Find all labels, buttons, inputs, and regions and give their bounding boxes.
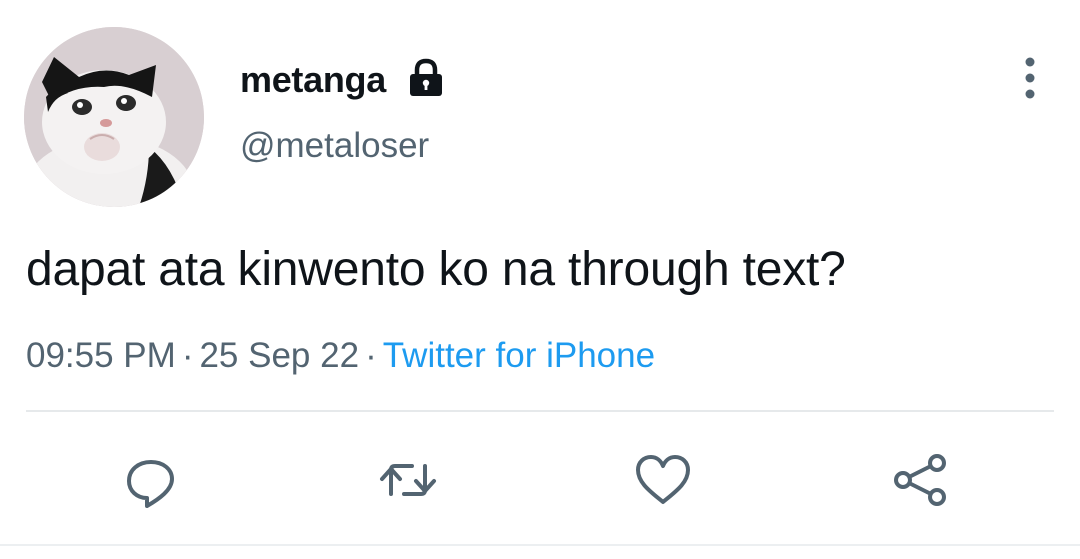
tweet-text: dapat ata kinwento ko na through text? <box>26 243 846 296</box>
tweet-source-link[interactable]: Twitter for iPhone <box>383 336 655 375</box>
retweet-button[interactable] <box>378 450 438 510</box>
tweet-meta: 09:55 PM · 25 Sep 22 · Twitter for iPhone <box>26 332 655 380</box>
lock-icon <box>410 58 442 96</box>
retweet-icon <box>380 464 436 496</box>
cat-avatar-icon <box>24 27 204 207</box>
more-options-icon[interactable] <box>1008 52 1052 104</box>
heart-icon <box>636 455 690 504</box>
bottom-divider <box>0 544 1080 546</box>
share-button[interactable] <box>890 450 950 510</box>
share-icon <box>894 454 946 506</box>
display-name[interactable]: metanga <box>240 56 386 104</box>
avatar[interactable] <box>24 27 204 207</box>
reply-icon <box>127 460 174 508</box>
like-button[interactable] <box>633 450 693 510</box>
tweet-time: 09:55 PM <box>26 336 176 375</box>
divider <box>26 410 1054 412</box>
user-handle[interactable]: @metaloser <box>240 122 429 170</box>
tweet-card: metanga @metaloser dapat ata kinwento ko… <box>0 0 1080 559</box>
meta-separator: · <box>365 336 377 375</box>
tweet-date: 25 Sep 22 <box>199 336 360 375</box>
reply-button[interactable] <box>121 450 181 510</box>
meta-separator: · <box>181 336 194 375</box>
